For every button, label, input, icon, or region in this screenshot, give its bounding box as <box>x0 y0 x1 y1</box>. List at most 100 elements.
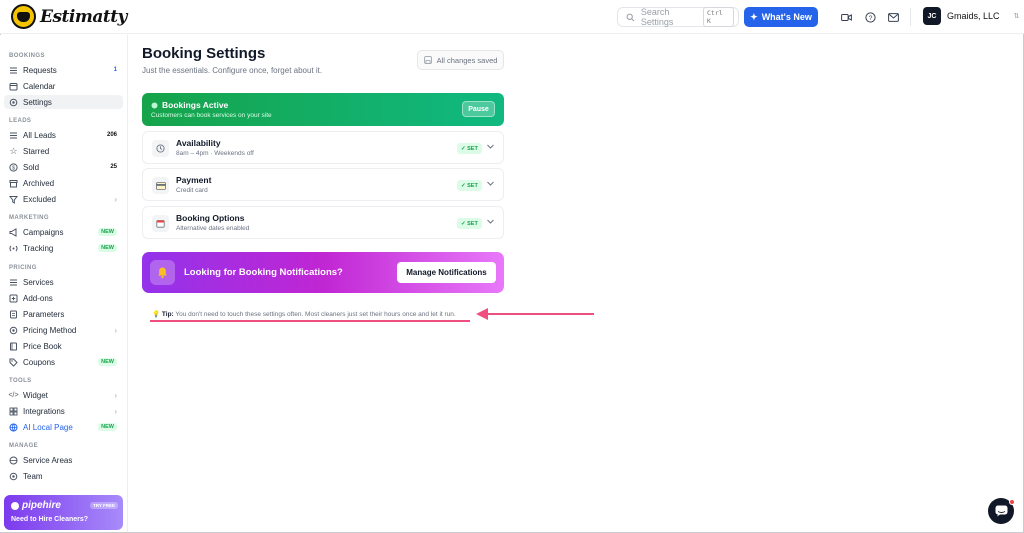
status-badge-label: SET <box>467 220 478 227</box>
search-input[interactable]: Search Settings Ctrl K <box>617 7 739 27</box>
chevron-down-icon[interactable] <box>486 142 495 151</box>
search-placeholder: Search Settings <box>640 7 674 27</box>
sidebar-item-label: Sold <box>23 162 40 172</box>
mail-icon[interactable] <box>887 11 899 23</box>
grid-icon <box>9 407 18 416</box>
setting-subtitle: 8am – 4pm · Weekends off <box>176 150 254 157</box>
bookings-active-subtitle: Customers can book services on your site <box>151 112 272 119</box>
annotation-arrow <box>476 308 594 320</box>
plus-square-icon <box>9 294 18 303</box>
sidebar-item-settings[interactable]: Settings <box>4 95 123 109</box>
sidebar-item-add-ons[interactable]: Add-ons <box>4 291 123 305</box>
chevron-down-icon[interactable] <box>486 217 495 226</box>
sidebar-item-label: Service Areas <box>23 455 73 465</box>
gear-icon <box>9 98 18 107</box>
filter-icon <box>9 195 18 204</box>
sidebar-item-ai-local-page[interactable]: AI Local Page NEW <box>4 420 123 434</box>
setting-payment[interactable]: Payment Credit card ✓ SET <box>142 168 504 201</box>
section-pricing: PRICING <box>9 265 37 271</box>
chevron-updown-icon: ⇅ <box>1013 13 1020 20</box>
sidebar-item-parameters[interactable]: Parameters <box>4 307 123 321</box>
calendar-icon <box>152 215 169 232</box>
globe-icon <box>9 456 18 465</box>
sidebar-item-integrations[interactable]: Integrations › <box>4 404 123 418</box>
tip-text: 💡 Tip: You don't need to touch these set… <box>152 310 456 318</box>
sidebar-item-archived[interactable]: Archived <box>4 176 123 190</box>
status-badge: ✓ SET <box>457 180 482 191</box>
sidebar-item-label: Team <box>23 471 43 481</box>
sidebar-item-label: Archived <box>23 178 55 188</box>
sidebar-item-all-leads[interactable]: All Leads 206 <box>4 128 123 142</box>
setting-availability[interactable]: Availability 8am – 4pm · Weekends off ✓ … <box>142 131 504 164</box>
pipehire-promo-card[interactable]: pipehire TRY FREE Need to Hire Cleaners? <box>4 495 123 530</box>
bookings-active-card: Bookings Active Customers can book servi… <box>142 93 504 126</box>
lightbulb-icon: 💡 <box>152 311 161 318</box>
sidebar-item-service-areas[interactable]: Service Areas <box>4 453 123 467</box>
sidebar-item-label: All Leads <box>23 130 56 140</box>
help-icon[interactable]: ? <box>864 11 876 23</box>
requests-count-badge: 1 <box>113 67 117 73</box>
section-bookings: BOOKINGS <box>9 53 45 59</box>
search-icon <box>626 13 635 21</box>
setting-title: Availability <box>176 138 221 148</box>
sidebar-item-widget[interactable]: </> Widget › <box>4 388 123 402</box>
notification-dot <box>1009 499 1015 505</box>
logo[interactable]: Estimatty <box>11 4 127 29</box>
sidebar-item-pricing-method[interactable]: Pricing Method › <box>4 323 123 337</box>
chevron-right-icon: › <box>114 406 117 416</box>
sidebar-item-price-book[interactable]: Price Book <box>4 339 123 353</box>
globe-icon <box>9 423 18 432</box>
sidebar-item-label: Excluded <box>23 194 56 204</box>
search-shortcut: Ctrl K <box>703 7 734 27</box>
brand-name: Estimatty <box>40 6 127 27</box>
sidebar-item-label: Pricing Method <box>23 325 77 335</box>
whats-new-button[interactable]: ✦ What's New <box>744 7 818 27</box>
status-dot-icon <box>151 102 158 108</box>
section-marketing: MARKETING <box>9 215 49 221</box>
video-icon[interactable] <box>840 11 852 23</box>
sidebar-item-sold[interactable]: $ Sold 25 <box>4 160 123 174</box>
sidebar-item-team[interactable]: Team <box>4 469 123 483</box>
sidebar-item-label: Requests <box>23 65 57 75</box>
sidebar-item-requests[interactable]: Requests 1 <box>4 63 123 77</box>
sidebar-item-services[interactable]: Services <box>4 275 123 289</box>
pipehire-logo-icon <box>11 501 19 510</box>
account-name: Gmaids, LLC <box>947 11 1000 21</box>
setting-title: Payment <box>176 175 212 185</box>
top-bar: Estimatty Search Settings Ctrl K ✦ What'… <box>0 0 1024 34</box>
sidebar-item-excluded[interactable]: Excluded › <box>4 192 123 206</box>
sold-count-badge: 25 <box>110 164 117 170</box>
sparkle-icon: ✦ <box>750 11 758 22</box>
pause-button[interactable]: Pause <box>462 101 495 117</box>
save-status-label: All changes saved <box>436 55 498 65</box>
setting-subtitle: Alternative dates enabled <box>176 225 250 232</box>
svg-text:?: ? <box>868 15 872 22</box>
sidebar: BOOKINGS Requests 1 Calendar Settings LE… <box>0 35 128 532</box>
sidebar-item-starred[interactable]: ☆ Starred <box>4 144 123 158</box>
status-badge-label: SET <box>467 145 478 152</box>
sidebar-item-campaigns[interactable]: Campaigns NEW <box>4 225 123 239</box>
manage-notifications-button[interactable]: Manage Notifications <box>397 262 496 283</box>
new-badge: NEW <box>98 423 117 431</box>
tag-icon <box>9 358 18 367</box>
page-title: Booking Settings <box>142 45 266 62</box>
setting-booking-options[interactable]: Booking Options Alternative dates enable… <box>142 206 504 239</box>
all-leads-count-badge: 206 <box>106 132 117 138</box>
tip-label: Tip: <box>161 311 174 318</box>
list-icon <box>9 131 18 140</box>
save-status: All changes saved <box>417 50 504 70</box>
sidebar-item-label: Add-ons <box>23 293 53 303</box>
sidebar-item-label: Services <box>23 277 54 287</box>
calendar-icon <box>9 82 18 91</box>
megaphone-icon <box>9 227 18 237</box>
chevron-right-icon: › <box>114 325 117 335</box>
avatar: JC <box>923 7 941 25</box>
new-badge: NEW <box>98 358 117 366</box>
account-menu[interactable]: JC Gmaids, LLC ⇅ <box>923 7 1019 25</box>
sidebar-item-coupons[interactable]: Coupons NEW <box>4 355 123 369</box>
sidebar-item-calendar[interactable]: Calendar <box>4 79 123 93</box>
sidebar-item-label: Settings <box>23 97 52 107</box>
sidebar-item-tracking[interactable]: Tracking NEW <box>4 241 123 255</box>
topbar-divider <box>910 8 911 26</box>
chevron-down-icon[interactable] <box>486 179 495 188</box>
